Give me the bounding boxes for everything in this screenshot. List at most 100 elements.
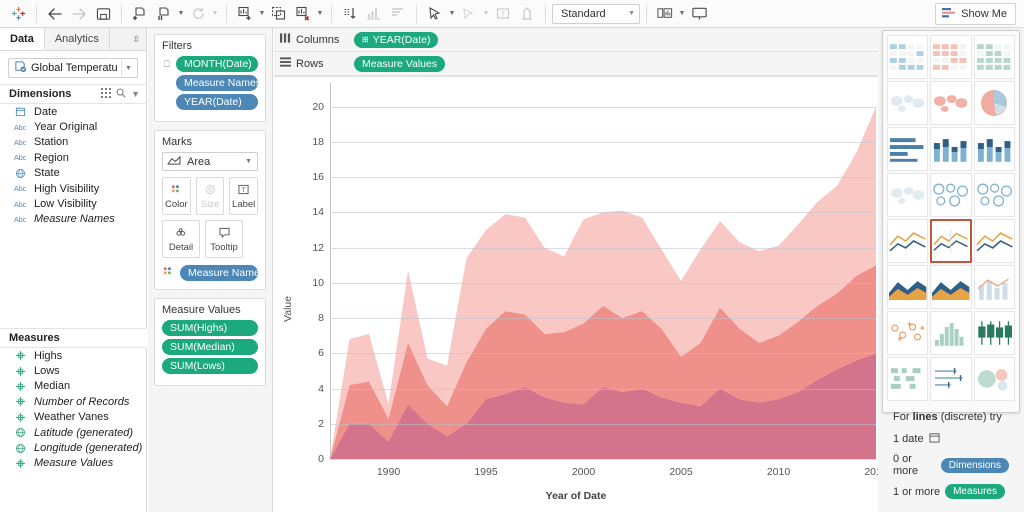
marks-tooltip-button[interactable]: Tooltip [205, 220, 243, 258]
dimension-field-row[interactable]: AbcHigh Visibility [0, 181, 146, 196]
measure-value-row[interactable]: SUM(Median) [162, 339, 258, 355]
plot-area[interactable]: 0246810121416182019901995200020052010201… [330, 89, 876, 459]
clear-dropdown-caret[interactable]: ▼ [315, 3, 325, 25]
duplicate-sheet-icon[interactable] [267, 3, 291, 25]
group-dropdown-caret[interactable]: ▼ [481, 3, 491, 25]
measure-field-row[interactable]: Lows [0, 363, 147, 378]
marks-size-button[interactable]: Size [196, 177, 225, 215]
show-me-thumbnail-heat-map[interactable] [930, 35, 971, 79]
highlight-dropdown-caret[interactable]: ▼ [447, 3, 457, 25]
show-me-thumbnail-pie-chart[interactable] [974, 81, 1015, 125]
refresh-dropdown-caret[interactable]: ▼ [210, 3, 220, 25]
mark-type-select[interactable]: Area ▼ [162, 152, 258, 171]
measure-field-row[interactable]: Median [0, 379, 147, 394]
show-me-thumbnail-filled-map[interactable] [930, 81, 971, 125]
tableau-logo-icon[interactable] [6, 3, 30, 25]
marks-color-button[interactable]: Color [162, 177, 191, 215]
measure-field-row[interactable]: Measure Values [0, 456, 147, 471]
swap-icon[interactable] [338, 3, 362, 25]
show-me-thumbnail-symbol-map[interactable] [887, 81, 928, 125]
visualization-canvas[interactable]: Value 0246810121416182019901995200020052… [274, 76, 878, 512]
refresh-icon[interactable] [186, 3, 210, 25]
show-me-thumbnail-area-continuous[interactable] [887, 265, 928, 309]
show-me-thumbnail-dual-lines[interactable] [974, 219, 1015, 263]
show-me-thumbnail-area-discrete[interactable] [930, 265, 971, 309]
show-me-thumbnail-treemap[interactable] [887, 173, 928, 217]
highlight-icon[interactable] [423, 3, 447, 25]
pause-dropdown-caret[interactable]: ▼ [176, 3, 186, 25]
fit-select[interactable]: Standard ▼ [552, 4, 640, 24]
filter-row[interactable]: ⎕Measure Names⇟ [162, 75, 258, 91]
filter-row[interactable]: ⎕MONTH(Date) [162, 56, 258, 72]
data-source-pause-icon[interactable] [152, 3, 176, 25]
group-icon[interactable] [457, 3, 481, 25]
columns-pill-year-date[interactable]: ⊞ YEAR(Date) [354, 32, 438, 48]
measure-value-pill[interactable]: SUM(Highs) [162, 320, 258, 336]
sort-desc-icon[interactable] [386, 3, 410, 25]
tab-analytics[interactable]: Analytics [45, 28, 110, 50]
filter-pill[interactable]: YEAR(Date) [176, 94, 258, 110]
clear-sheet-icon[interactable] [291, 3, 315, 25]
rows-pill-measure-values[interactable]: Measure Values [354, 56, 445, 72]
chevron-down-icon[interactable]: ▼ [121, 59, 135, 77]
marks-encoding-pill[interactable]: Measure Names ⇟ [180, 265, 258, 281]
filter-pill[interactable]: MONTH(Date) [176, 56, 258, 72]
show-me-thumbnail-gantt-chart[interactable] [887, 357, 928, 401]
filter-row[interactable]: ⎕YEAR(Date) [162, 94, 258, 110]
columns-shelf[interactable]: Columns ⊞ YEAR(Date) [274, 28, 878, 52]
show-me-thumbnail-side-by-side-bars[interactable] [974, 127, 1015, 171]
tab-data[interactable]: Data [0, 28, 45, 50]
show-me-thumbnail-lines-continuous[interactable] [887, 219, 928, 263]
label-icon[interactable]: T [491, 3, 515, 25]
fix-axes-icon[interactable] [515, 3, 539, 25]
dimension-field-row[interactable]: AbcLow Visibility [0, 196, 146, 211]
show-me-thumbnail-stacked-bars[interactable] [930, 127, 971, 171]
sort-asc-icon[interactable] [362, 3, 386, 25]
show-me-thumbnail-scatter-plot[interactable] [887, 311, 928, 355]
marks-label-button[interactable]: T Label [229, 177, 258, 215]
pane-resize-handle-icon[interactable]: ⇳ [126, 28, 146, 50]
dimension-field-row[interactable]: State [0, 166, 146, 181]
measure-value-pill[interactable]: SUM(Lows) [162, 358, 258, 374]
grid-view-icon[interactable] [101, 88, 111, 100]
show-me-thumbnail-text-table[interactable] [887, 35, 928, 79]
show-me-thumbnail-packed-bubbles[interactable] [974, 357, 1015, 401]
dimension-field-row[interactable]: Date [0, 104, 146, 119]
dimension-field-row[interactable]: AbcRegion [0, 150, 146, 165]
show-me-thumbnail-highlight-table[interactable] [974, 35, 1015, 79]
show-me-thumbnail-bullet-graph[interactable] [930, 357, 971, 401]
measure-value-row[interactable]: SUM(Lows) [162, 358, 258, 374]
show-cards-dropdown-caret[interactable]: ▼ [677, 3, 687, 25]
show-me-thumbnail-lines-discrete[interactable] [930, 219, 971, 263]
rows-shelf[interactable]: Rows Measure Values [274, 52, 878, 76]
dimension-field-row[interactable]: AbcYear Original [0, 119, 146, 134]
dimension-field-row[interactable]: AbcMeasure Names [0, 212, 146, 227]
measure-field-row[interactable]: Number of Records [0, 394, 147, 409]
dimension-field-row[interactable]: AbcStation [0, 135, 146, 150]
marks-detail-button[interactable]: Detail [162, 220, 200, 258]
measure-field-row[interactable]: Weather Vanes [0, 410, 147, 425]
show-me-thumbnail-side-by-side-circles[interactable] [974, 173, 1015, 217]
data-source-add-icon[interactable] [128, 3, 152, 25]
measure-value-row[interactable]: SUM(Highs) [162, 320, 258, 336]
show-cards-icon[interactable] [653, 3, 677, 25]
new-worksheet-dropdown-caret[interactable]: ▼ [257, 3, 267, 25]
show-me-button[interactable]: Show Me [935, 3, 1016, 25]
chevron-down-icon[interactable]: ▼ [131, 89, 140, 99]
presentation-mode-icon[interactable] [687, 3, 711, 25]
measure-field-row[interactable]: Highs [0, 348, 147, 363]
measure-field-row[interactable]: Latitude (generated) [0, 425, 147, 440]
measure-field-row[interactable]: Longitude (generated) [0, 440, 147, 455]
show-me-thumbnail-circle-views[interactable] [930, 173, 971, 217]
back-button[interactable] [43, 3, 67, 25]
filter-pill[interactable]: Measure Names⇟ [176, 75, 258, 91]
show-me-thumbnail-box-and-whisker[interactable] [974, 311, 1015, 355]
show-me-thumbnail-histogram[interactable] [930, 311, 971, 355]
show-me-thumbnail-horizontal-bars[interactable] [887, 127, 928, 171]
new-worksheet-icon[interactable] [233, 3, 257, 25]
forward-button[interactable] [67, 3, 91, 25]
data-source-selector[interactable]: Global Temperatures ▼ [8, 58, 138, 78]
show-me-thumbnail-dual-combination[interactable] [974, 265, 1015, 309]
measure-value-pill[interactable]: SUM(Median) [162, 339, 258, 355]
save-icon[interactable] [91, 3, 115, 25]
